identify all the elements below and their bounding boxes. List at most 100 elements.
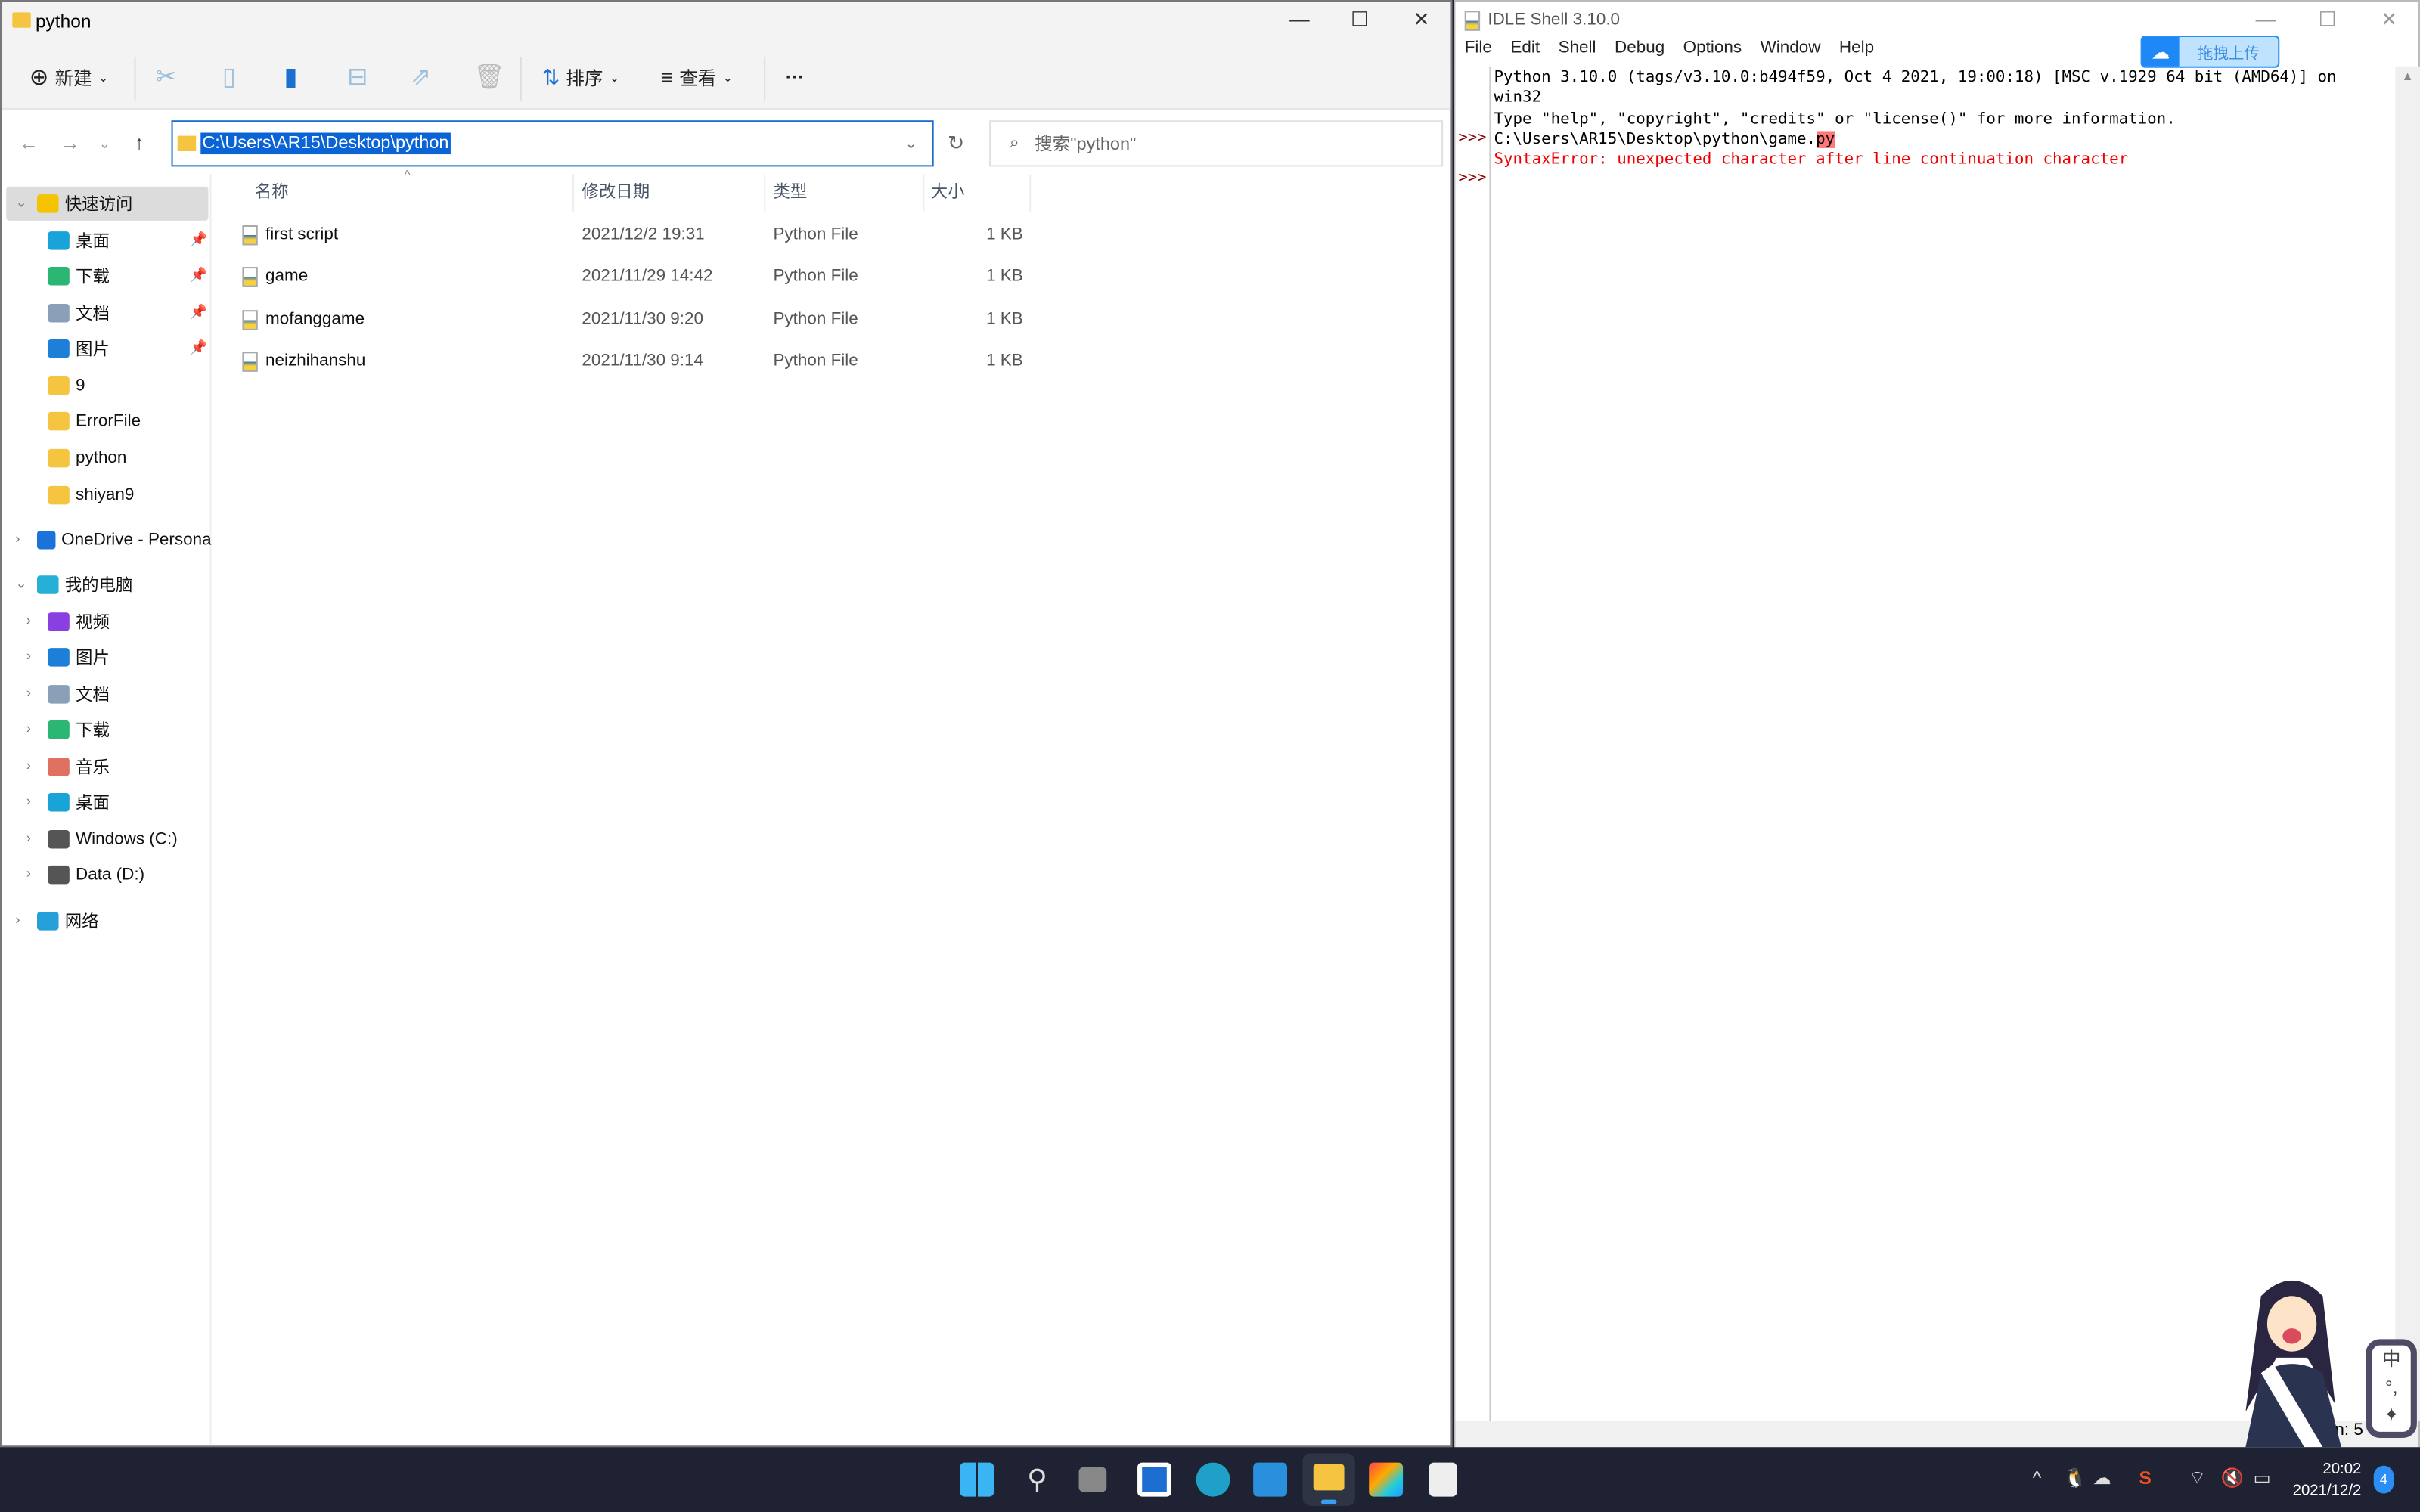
sidebar-item[interactable]: 视频: [48, 605, 211, 639]
forward-button[interactable]: →: [60, 131, 81, 154]
pin-icon[interactable]: 📌: [190, 339, 207, 356]
edge-icon[interactable]: [1196, 1462, 1230, 1497]
paste-button[interactable]: ▮: [284, 60, 298, 94]
file-row[interactable]: game 2021/11/29 14:42 Python File 1 KB: [233, 262, 1035, 296]
ime-indicator[interactable]: 中 °, ✦: [2366, 1339, 2417, 1439]
menu-help[interactable]: Help: [1839, 39, 1874, 67]
copy-button[interactable]: ▯: [222, 60, 236, 94]
sort-button[interactable]: ⇅ 排序 ⌄: [541, 60, 619, 94]
menu-window[interactable]: Window: [1761, 39, 1821, 67]
menu-shell[interactable]: Shell: [1559, 39, 1596, 67]
sidebar-item[interactable]: 9: [48, 369, 211, 403]
sidebar-item[interactable]: Windows (C:): [48, 823, 211, 857]
widgets-button[interactable]: [1137, 1462, 1171, 1497]
sidebar-item[interactable]: 文档: [48, 677, 211, 711]
new-button[interactable]: ⊕ 新建 ⌄: [29, 60, 109, 94]
file-row[interactable]: first script 2021/12/2 19:31 Python File…: [233, 219, 1035, 253]
sidebar-item[interactable]: 图片: [48, 640, 211, 674]
back-button[interactable]: ←: [18, 131, 39, 154]
sidebar-item[interactable]: 文档: [48, 296, 211, 330]
minimize-button[interactable]: —: [2242, 8, 2288, 31]
sidebar-item[interactable]: shiyan9: [48, 479, 211, 513]
sidebar-item[interactable]: 图片: [48, 332, 211, 366]
pin-icon[interactable]: 📌: [190, 267, 207, 284]
start-button[interactable]: [960, 1462, 994, 1497]
column-header-type[interactable]: 类型: [773, 179, 807, 204]
more-button[interactable]: ···: [786, 60, 804, 94]
chevron-right-icon[interactable]: ›: [26, 758, 31, 773]
address-bar[interactable]: C:\Users\AR15\Desktop\python ⌄: [171, 120, 934, 167]
column-header-name[interactable]: 名称: [255, 179, 289, 204]
paint-icon[interactable]: [1369, 1462, 1404, 1497]
chevron-down-icon[interactable]: ⌄: [905, 135, 917, 152]
shell-text-area[interactable]: Python 3.10.0 (tags/v3.10.0:b494f59, Oct…: [1494, 67, 2397, 1421]
tray-overflow-button[interactable]: ^: [2033, 1467, 2042, 1489]
up-button[interactable]: ↑: [135, 131, 144, 154]
pin-icon[interactable]: 📌: [190, 304, 207, 321]
sidebar-item[interactable]: ErrorFile: [48, 404, 211, 438]
file-explorer-taskbar-button[interactable]: [1302, 1453, 1355, 1506]
upload-widget[interactable]: ☁ 拖拽上传: [2140, 35, 2280, 68]
chevron-down-icon[interactable]: ⌄: [15, 575, 26, 592]
sidebar-item-label: 图片: [75, 341, 110, 360]
address-text[interactable]: C:\Users\AR15\Desktop\python: [200, 132, 451, 155]
view-button[interactable]: ≡ 查看 ⌄: [660, 60, 733, 94]
minimize-button[interactable]: —: [1277, 8, 1323, 31]
recent-dropdown[interactable]: ⌄: [99, 136, 110, 153]
qq-icon[interactable]: 🐧: [2064, 1467, 2087, 1489]
sogou-ime-icon[interactable]: S: [2139, 1467, 2152, 1489]
search-input[interactable]: ⌕ 搜索"python": [989, 120, 1444, 167]
sidebar-item[interactable]: 快速访问: [36, 187, 212, 221]
chevron-right-icon[interactable]: ›: [26, 830, 31, 845]
sidebar-item[interactable]: 音乐: [48, 750, 211, 784]
maximize-button[interactable]: ☐: [2304, 8, 2350, 33]
sidebar-item[interactable]: 下载: [48, 713, 211, 747]
chevron-down-icon[interactable]: ⌄: [15, 194, 26, 211]
chevron-right-icon[interactable]: ›: [26, 866, 31, 881]
column-header-date[interactable]: 修改日期: [582, 179, 650, 204]
maximize-button[interactable]: ☐: [1336, 8, 1382, 33]
chevron-right-icon[interactable]: ›: [15, 531, 20, 546]
task-view-button[interactable]: [1078, 1467, 1107, 1492]
rename-button[interactable]: ⊟: [347, 60, 368, 94]
search-button[interactable]: ⚲: [1020, 1463, 1054, 1497]
refresh-button[interactable]: ↻: [948, 131, 964, 156]
pin-icon[interactable]: 📌: [190, 231, 207, 248]
menu-debug[interactable]: Debug: [1615, 39, 1665, 67]
cut-button[interactable]: ✂: [156, 60, 176, 94]
chevron-right-icon[interactable]: ›: [26, 720, 31, 736]
notification-badge[interactable]: 4: [2373, 1465, 2394, 1494]
menu-file[interactable]: File: [1465, 39, 1492, 67]
chevron-right-icon[interactable]: ›: [26, 685, 31, 700]
idle-taskbar-icon[interactable]: [1429, 1462, 1457, 1497]
battery-icon[interactable]: ▭: [2254, 1467, 2271, 1489]
share-button[interactable]: ⇗: [411, 60, 431, 94]
chevron-right-icon[interactable]: ›: [26, 793, 31, 808]
sidebar-item[interactable]: 桌面: [48, 785, 211, 820]
onedrive-icon[interactable]: ☁: [2093, 1467, 2111, 1489]
menu-edit[interactable]: Edit: [1510, 39, 1540, 67]
delete-button[interactable]: 🗑: [474, 60, 505, 94]
wifi-icon[interactable]: ⌔: [2189, 1467, 2206, 1491]
file-date: 2021/12/2 19:31: [582, 225, 705, 244]
close-button[interactable]: ✕: [2366, 8, 2412, 33]
sidebar-item[interactable]: python: [48, 442, 211, 476]
sidebar-item[interactable]: 网络: [36, 904, 212, 938]
file-row[interactable]: mofanggame 2021/11/30 9:20 Python File 1…: [233, 304, 1035, 338]
sidebar-item[interactable]: 下载: [48, 259, 211, 293]
mail-icon[interactable]: [1253, 1462, 1288, 1497]
chevron-right-icon[interactable]: ›: [15, 912, 20, 927]
volume-muted-icon[interactable]: 🔇: [2221, 1467, 2245, 1489]
sidebar-item[interactable]: Data (D:): [48, 858, 211, 892]
close-button[interactable]: ✕: [1398, 8, 1444, 33]
vertical-scrollbar[interactable]: ▲: [2395, 66, 2420, 1421]
sidebar-item[interactable]: 我的电脑: [36, 568, 212, 602]
sidebar-item[interactable]: 桌面: [48, 224, 211, 258]
column-header-size[interactable]: 大小: [931, 179, 965, 204]
menu-options[interactable]: Options: [1683, 39, 1742, 67]
clock[interactable]: 20:02 2021/12/2: [2293, 1460, 2362, 1503]
chevron-right-icon[interactable]: ›: [26, 612, 31, 627]
sidebar-item[interactable]: OneDrive - Persona: [36, 523, 212, 557]
chevron-right-icon[interactable]: ›: [26, 648, 31, 663]
file-row[interactable]: neizhihanshu 2021/11/30 9:14 Python File…: [233, 346, 1035, 380]
